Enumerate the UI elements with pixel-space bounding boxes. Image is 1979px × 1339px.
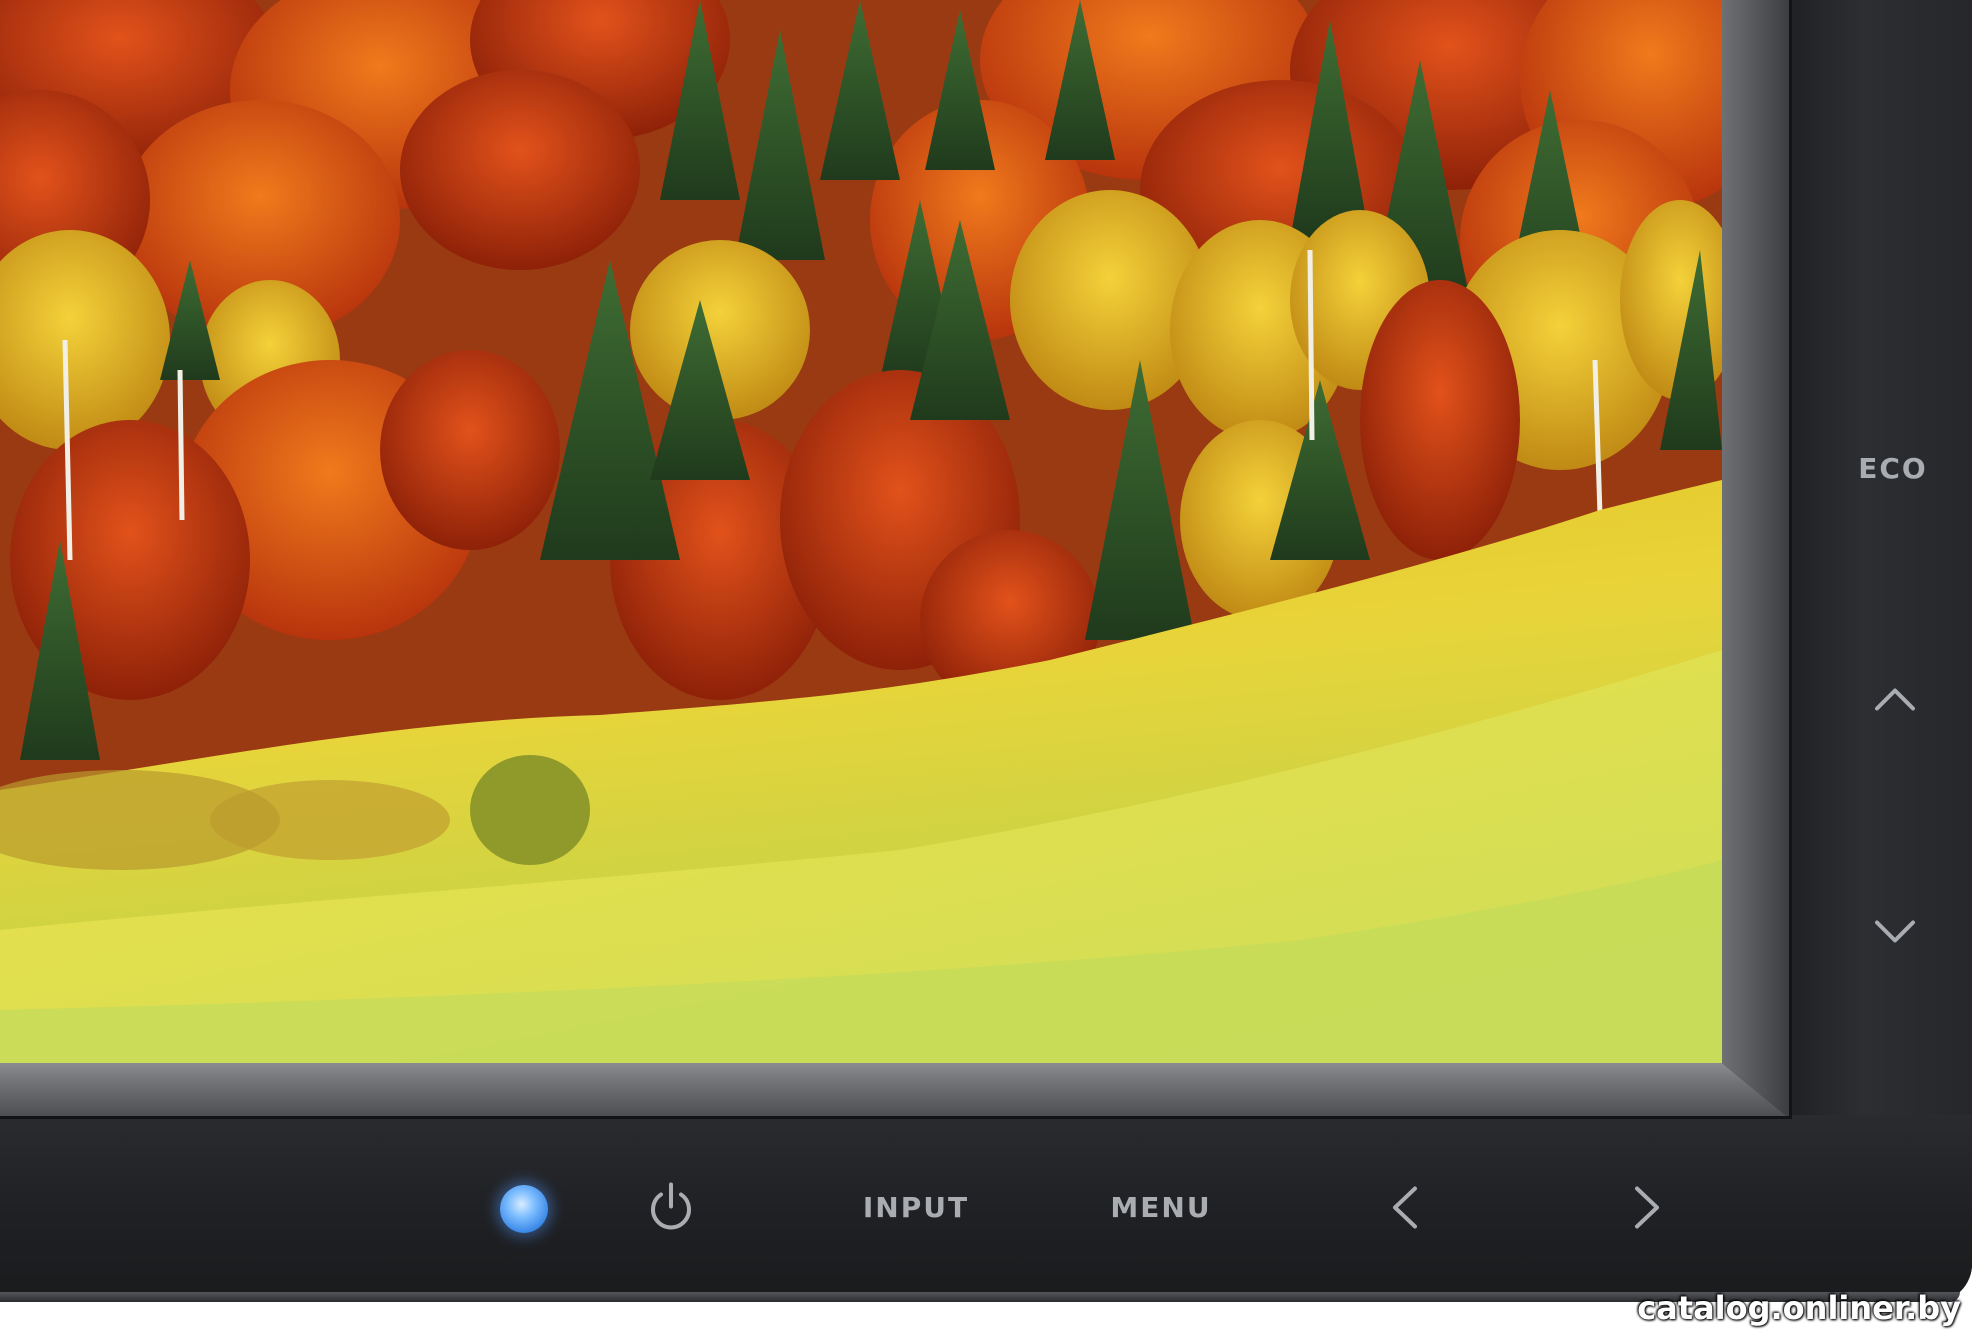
screen-bevel-right [1722,0,1790,1119]
screen-bevel-bottom [0,1063,1790,1119]
monitor-screen [0,0,1722,1063]
menu-button[interactable]: MENU [1110,1191,1211,1224]
bevel-edge-right [1789,0,1792,1119]
input-button[interactable]: INPUT [863,1191,969,1224]
chevron-up-icon[interactable] [1873,685,1917,718]
autumn-landscape-image [0,0,1722,1063]
chevron-left-icon[interactable] [1389,1185,1419,1236]
chevron-right-icon[interactable] [1633,1185,1663,1236]
chevron-down-icon[interactable] [1873,919,1917,952]
power-led [500,1185,548,1233]
watermark: catalog.onliner.by [1637,1289,1961,1327]
eco-button[interactable]: ECO [1858,452,1927,485]
power-icon[interactable] [647,1181,695,1238]
product-photo: ECO INPUT MENU catalog.onliner.by [0,0,1979,1339]
monitor-bottom-bezel [0,1115,1972,1302]
bevel-edge-bottom [0,1116,1792,1119]
